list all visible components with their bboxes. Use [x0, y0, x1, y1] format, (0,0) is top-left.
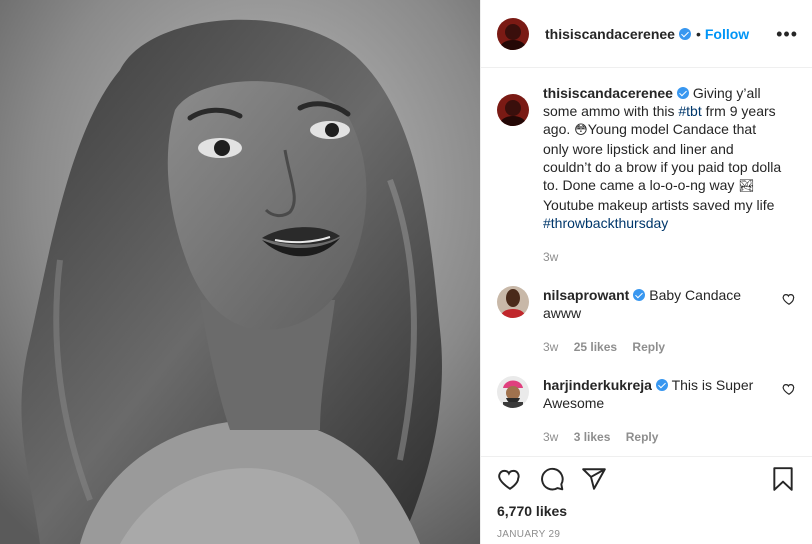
action-bar — [497, 457, 796, 501]
verified-badge-icon — [678, 27, 691, 40]
landscape-emoji-icon: 🏞 — [738, 179, 755, 194]
comment-time[interactable]: 3w — [543, 430, 558, 444]
comment-body: nilsaprowant Baby Candace awww 3w 25 lik… — [543, 286, 783, 356]
caption-time[interactable]: 3w — [543, 250, 558, 264]
hashtag-link[interactable]: #tbt — [678, 103, 701, 119]
portrait-image — [0, 0, 480, 544]
avatar[interactable] — [497, 94, 529, 126]
avatar-image — [497, 94, 529, 126]
avatar-image — [497, 17, 529, 50]
post-photo[interactable] — [0, 0, 480, 544]
caption-text: Youtube makeup artists saved my life — [543, 197, 775, 213]
post-header: thisiscandacerenee • Follow ••• — [481, 0, 812, 68]
share-icon[interactable] — [581, 466, 607, 492]
avatar[interactable] — [497, 17, 529, 50]
caption-username[interactable]: thisiscandacerenee — [543, 85, 673, 101]
separator-dot: • — [695, 25, 701, 42]
comment-body: harjinderkukreja This is Super Awesome 3… — [543, 376, 783, 446]
flushed-emoji-icon: 😳 — [574, 123, 588, 138]
avatar-image — [497, 286, 529, 318]
avatar-image — [497, 376, 529, 408]
comment-likes[interactable]: 25 likes — [574, 340, 617, 354]
avatar[interactable] — [497, 286, 529, 318]
comment-likes[interactable]: 3 likes — [574, 430, 611, 444]
like-comment-icon[interactable] — [782, 382, 796, 396]
comment-username[interactable]: harjinderkukreja — [543, 377, 652, 393]
comment: nilsaprowant Baby Candace awww 3w 25 lik… — [497, 286, 796, 356]
comment-icon[interactable] — [539, 466, 565, 492]
instagram-post: thisiscandacerenee • Follow ••• thisisca… — [0, 0, 812, 544]
comments-section: thisiscandacerenee Giving y’all some amm… — [481, 68, 812, 446]
comment: harjinderkukreja This is Super Awesome 3… — [497, 376, 796, 446]
post-date[interactable]: JANUARY 29 — [497, 529, 796, 540]
avatar[interactable] — [497, 376, 529, 408]
verified-badge-icon — [655, 379, 668, 391]
caption-meta: 3w — [543, 248, 783, 266]
post-footer: 6,770 likes JANUARY 29 — [481, 456, 812, 544]
follow-button[interactable]: Follow — [705, 26, 749, 42]
post-side-panel: thisiscandacerenee • Follow ••• thisisca… — [480, 0, 812, 544]
hashtag-link[interactable]: #throwbackthursday — [543, 215, 668, 231]
more-options-icon[interactable]: ••• — [776, 25, 798, 43]
reply-button[interactable]: Reply — [632, 340, 665, 354]
author-username[interactable]: thisiscandacerenee — [545, 26, 675, 42]
comment-time[interactable]: 3w — [543, 340, 558, 354]
comment-username[interactable]: nilsaprowant — [543, 287, 629, 303]
caption-body: thisiscandacerenee Giving y’all some amm… — [543, 84, 783, 266]
caption: thisiscandacerenee Giving y’all some amm… — [497, 84, 796, 266]
likes-count[interactable]: 6,770 likes — [497, 503, 796, 519]
reply-button[interactable]: Reply — [626, 430, 659, 444]
comment-meta: 3w 25 likes Reply — [543, 338, 783, 356]
verified-badge-icon — [676, 87, 689, 99]
comment-meta: 3w 3 likes Reply — [543, 428, 783, 446]
like-icon[interactable] — [497, 466, 523, 492]
save-bookmark-icon[interactable] — [770, 466, 796, 492]
verified-badge-icon — [633, 289, 646, 301]
like-comment-icon[interactable] — [782, 292, 796, 306]
